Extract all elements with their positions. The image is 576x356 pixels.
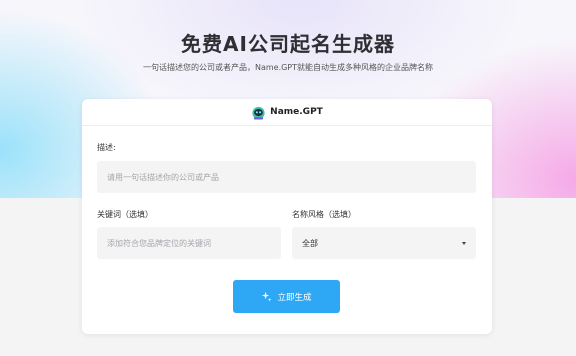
sparkle-icon: [262, 291, 273, 302]
robot-logo-icon: [252, 106, 265, 120]
style-select[interactable]: 全部: [292, 227, 476, 259]
card-header: Name.GPT: [82, 99, 492, 126]
style-selected-value: 全部: [302, 238, 318, 248]
caret-down-icon: [462, 241, 466, 245]
keywords-label: 关键词（选填）: [97, 210, 153, 219]
description-input[interactable]: 请用一句话描述你的公司或产品: [97, 161, 476, 193]
page-title: 免费AI公司起名生成器: [181, 32, 395, 56]
generate-button-label: 立即生成: [277, 292, 312, 303]
brand-name: Name.GPT: [270, 107, 323, 117]
style-label: 名称风格（选填）: [292, 210, 356, 219]
generator-card: Name.GPT 描述: 请用一句话描述你的公司或产品 关键词（选填） 添加符合…: [82, 99, 492, 334]
page-subtitle: 一句话描述您的公司或者产品，Name.GPT就能自动生成多种风格的企业品牌名称: [142, 63, 434, 72]
description-label: 描述:: [97, 143, 116, 152]
keywords-input[interactable]: 添加符合您品牌定位的关键词: [97, 227, 281, 259]
generate-button[interactable]: 立即生成: [233, 280, 340, 313]
